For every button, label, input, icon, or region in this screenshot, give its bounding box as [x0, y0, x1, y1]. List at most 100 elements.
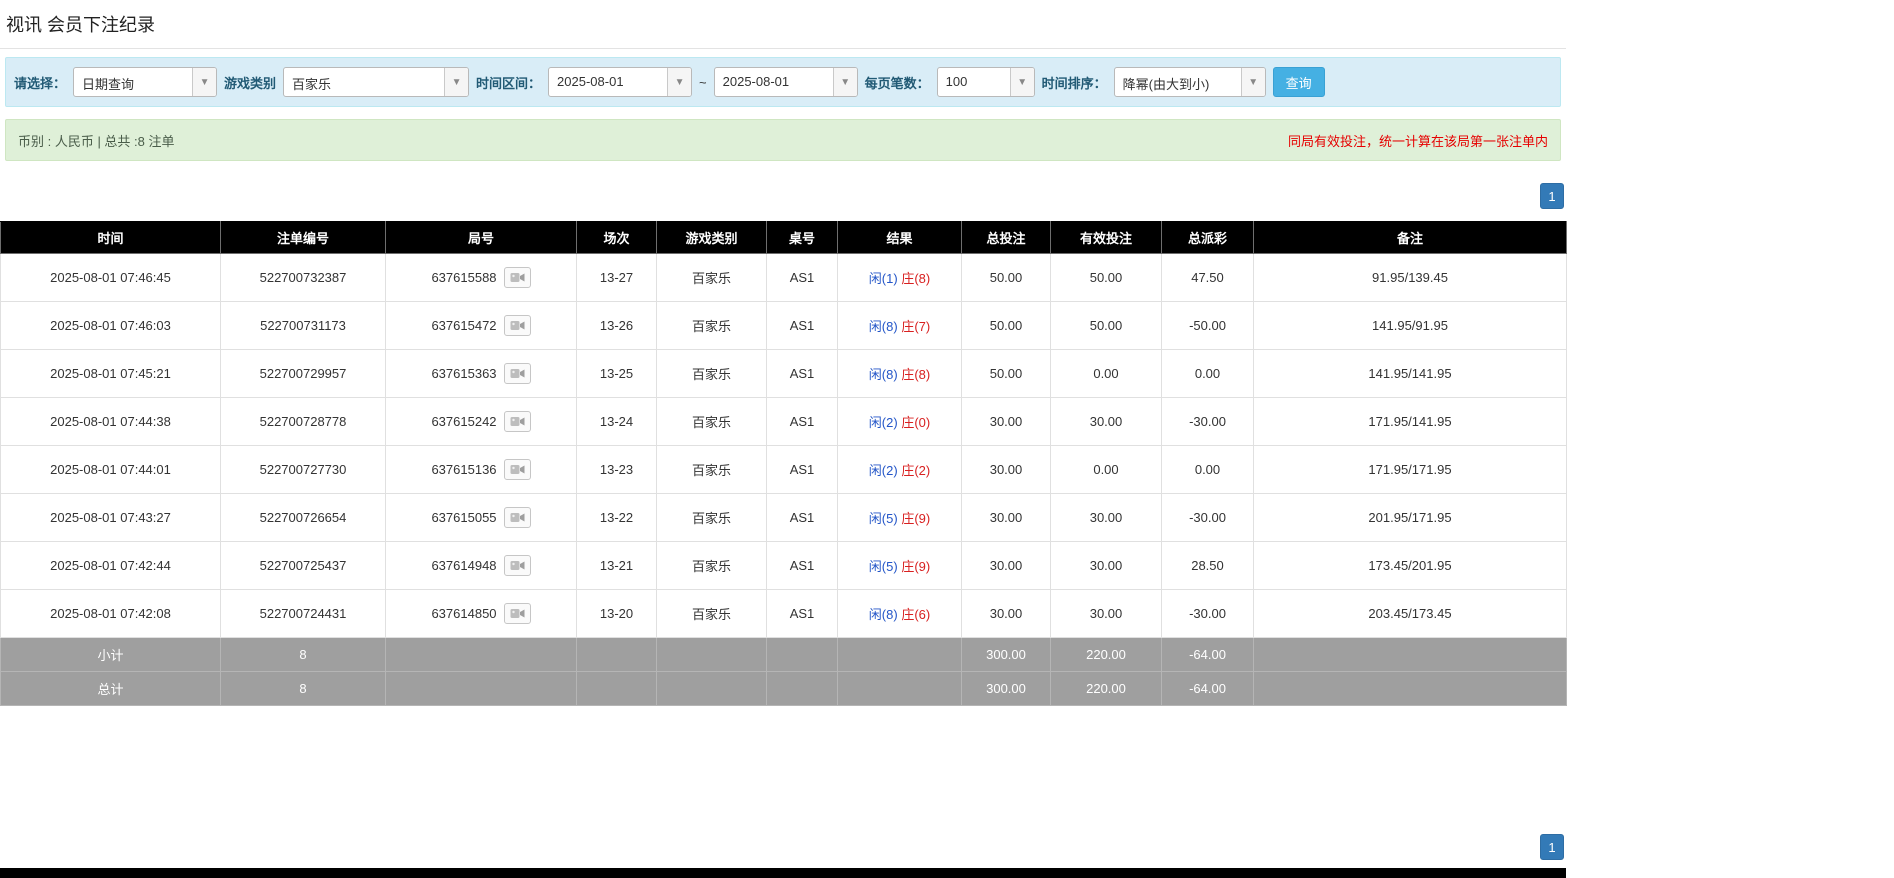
- header-session: 场次: [577, 222, 657, 254]
- video-replay-button[interactable]: [504, 459, 531, 480]
- chevron-down-icon: ▼: [667, 68, 691, 96]
- date-to-value: 2025-08-01: [715, 68, 833, 96]
- cell-time: 2025-08-01 07:46:45: [1, 254, 221, 302]
- round-id-text: 637614850: [431, 606, 496, 621]
- cell-result: 闲(8) 庄(6): [838, 590, 962, 638]
- video-icon: [510, 464, 525, 475]
- cell-round-id: 637614850: [386, 590, 577, 638]
- header-table-no: 桌号: [767, 222, 838, 254]
- cell-round-id: 637614948: [386, 542, 577, 590]
- cell-table-no: AS1: [767, 590, 838, 638]
- cell-table-no: AS1: [767, 254, 838, 302]
- video-replay-button[interactable]: [504, 603, 531, 624]
- cell-total-bet[interactable]: 50.00: [962, 350, 1051, 398]
- cell-valid-bet: 0.00: [1051, 446, 1162, 494]
- game-type-select[interactable]: 百家乐 ▼: [283, 67, 469, 97]
- cell-remark: 173.45/201.95: [1254, 542, 1567, 590]
- currency-total-text: 币别 : 人民币 | 总共 :8 注单: [18, 131, 175, 150]
- select-type-label: 请选择：: [14, 73, 66, 92]
- filter-bar: 请选择： 日期查询 ▼ 游戏类别 百家乐 ▼ 时间区间： 2025-08-01 …: [5, 57, 1561, 107]
- result-player: 闲(5): [869, 559, 898, 574]
- video-replay-button[interactable]: [504, 507, 531, 528]
- cell-session: 13-21: [577, 542, 657, 590]
- chevron-down-icon: ▼: [833, 68, 857, 96]
- cell-total-bet[interactable]: 30.00: [962, 398, 1051, 446]
- cell-round-id: 637615588: [386, 254, 577, 302]
- cell-time: 2025-08-01 07:42:44: [1, 542, 221, 590]
- result-banker: 庄(8): [901, 367, 930, 382]
- header-game-type: 游戏类别: [657, 222, 767, 254]
- cell-session: 13-27: [577, 254, 657, 302]
- round-id-text: 637614948: [431, 558, 496, 573]
- result-banker: 庄(6): [901, 607, 930, 622]
- date-range-tilde: ~: [699, 75, 707, 90]
- page-size-label: 每页笔数：: [865, 73, 930, 92]
- bottom-area: 1: [0, 834, 1566, 878]
- page-size-select[interactable]: 100 ▼: [937, 67, 1035, 97]
- chevron-down-icon: ▼: [444, 68, 468, 96]
- cell-result: 闲(5) 庄(9): [838, 542, 962, 590]
- cell-bet-id: 522700732387: [221, 254, 386, 302]
- cell-bet-id: 522700726654: [221, 494, 386, 542]
- video-replay-button[interactable]: [504, 555, 531, 576]
- cell-table-no: AS1: [767, 350, 838, 398]
- cell-result: 闲(2) 庄(0): [838, 398, 962, 446]
- cell-result: 闲(8) 庄(8): [838, 350, 962, 398]
- cell-game-type: 百家乐: [657, 398, 767, 446]
- cell-game-type: 百家乐: [657, 494, 767, 542]
- cell-total-bet[interactable]: 30.00: [962, 590, 1051, 638]
- cell-bet-id: 522700727730: [221, 446, 386, 494]
- query-type-select[interactable]: 日期查询 ▼: [73, 67, 217, 97]
- cell-game-type: 百家乐: [657, 446, 767, 494]
- result-player: 闲(2): [869, 415, 898, 430]
- bet-records-table: 时间 注单编号 局号 场次 游戏类别 桌号 结果 总投注 有效投注 总派彩 备注…: [0, 221, 1567, 706]
- cell-round-id: 637615472: [386, 302, 577, 350]
- time-range-label: 时间区间：: [476, 73, 541, 92]
- cell-total-bet[interactable]: 50.00: [962, 254, 1051, 302]
- round-id-text: 637615136: [431, 462, 496, 477]
- cell-bet-id: 522700728778: [221, 398, 386, 446]
- cell-valid-bet: 30.00: [1051, 398, 1162, 446]
- cell-round-id: 637615055: [386, 494, 577, 542]
- date-from-select[interactable]: 2025-08-01 ▼: [548, 67, 692, 97]
- sort-order-value: 降幂(由大到小): [1115, 68, 1241, 96]
- cell-result: 闲(5) 庄(9): [838, 494, 962, 542]
- cell-session: 13-23: [577, 446, 657, 494]
- cell-time: 2025-08-01 07:46:03: [1, 302, 221, 350]
- round-id-text: 637615363: [431, 366, 496, 381]
- cell-total-bet[interactable]: 30.00: [962, 446, 1051, 494]
- search-button[interactable]: 查询: [1273, 67, 1325, 97]
- page-1-button[interactable]: 1: [1540, 834, 1564, 860]
- table-row: 2025-08-01 07:46:45 522700732387 6376155…: [1, 254, 1567, 302]
- cell-table-no: AS1: [767, 398, 838, 446]
- cell-total-bet[interactable]: 30.00: [962, 494, 1051, 542]
- pagination-bottom: 1: [0, 834, 1564, 860]
- cell-payout: -30.00: [1162, 494, 1254, 542]
- table-row: 2025-08-01 07:46:03 522700731173 6376154…: [1, 302, 1567, 350]
- result-player: 闲(8): [869, 607, 898, 622]
- sort-order-select[interactable]: 降幂(由大到小) ▼: [1114, 67, 1266, 97]
- cell-total-bet[interactable]: 30.00: [962, 542, 1051, 590]
- total-count: 8: [221, 672, 386, 706]
- table-header-row: 时间 注单编号 局号 场次 游戏类别 桌号 结果 总投注 有效投注 总派彩 备注: [1, 222, 1567, 254]
- video-replay-button[interactable]: [504, 363, 531, 384]
- result-player: 闲(1): [869, 271, 898, 286]
- page-size-value: 100: [938, 68, 1010, 96]
- cell-round-id: 637615136: [386, 446, 577, 494]
- page-title: 视讯 会员下注纪录: [0, 0, 1566, 49]
- video-replay-button[interactable]: [504, 267, 531, 288]
- total-label: 总计: [1, 672, 221, 706]
- cell-valid-bet: 30.00: [1051, 494, 1162, 542]
- cell-valid-bet: 30.00: [1051, 542, 1162, 590]
- cell-total-bet[interactable]: 50.00: [962, 302, 1051, 350]
- chevron-down-icon: ▼: [1241, 68, 1265, 96]
- cell-payout: 28.50: [1162, 542, 1254, 590]
- page-1-button[interactable]: 1: [1540, 183, 1564, 209]
- total-payout: -64.00: [1162, 672, 1254, 706]
- date-to-select[interactable]: 2025-08-01 ▼: [714, 67, 858, 97]
- video-replay-button[interactable]: [504, 411, 531, 432]
- video-replay-button[interactable]: [504, 315, 531, 336]
- round-id-text: 637615472: [431, 318, 496, 333]
- total-total-bet: 300.00: [962, 672, 1051, 706]
- cell-session: 13-24: [577, 398, 657, 446]
